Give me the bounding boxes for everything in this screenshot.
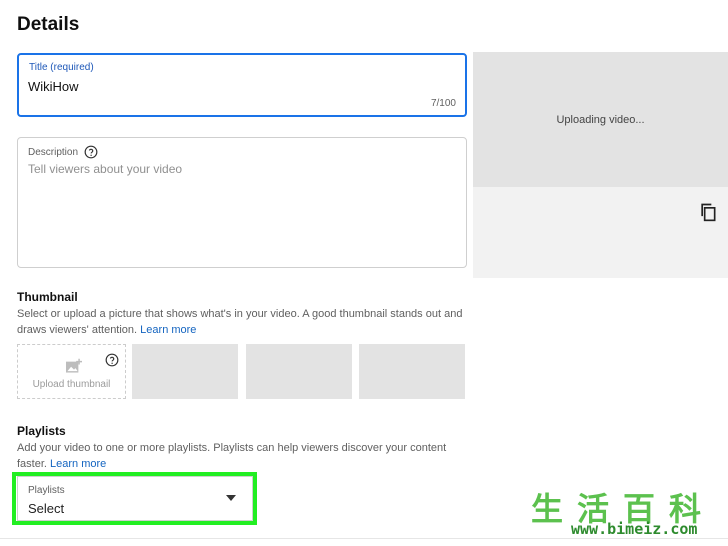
title-char-counter: 7/100 [430, 98, 456, 109]
playlist-select-label: Playlists [28, 485, 65, 496]
add-image-icon [66, 358, 82, 373]
thumbnail-option-1[interactable] [132, 344, 238, 399]
thumbnail-learn-more-link[interactable]: Learn more [140, 324, 196, 336]
description-label-row: Description [28, 145, 98, 159]
thumbnail-description: Select or upload a picture that shows wh… [17, 306, 472, 338]
thumbnail-help-icon[interactable] [105, 353, 119, 367]
playlists-description: Add your video to one or more playlists.… [17, 440, 457, 472]
watermark-url: www.bimeiz.com [571, 520, 698, 538]
title-field-value[interactable]: WikiHow [28, 79, 79, 94]
upload-status: Uploading video... [556, 114, 645, 126]
thumbnail-section-title: Thumbnail [17, 290, 78, 304]
playlists-learn-more-link[interactable]: Learn more [50, 458, 106, 470]
playlist-select-value: Select [28, 501, 65, 516]
playlist-select[interactable]: Playlists Select [17, 476, 253, 521]
dropdown-arrow-icon [226, 495, 236, 501]
title-field[interactable]: Title (required) WikiHow 7/100 [17, 53, 467, 117]
description-placeholder: Tell viewers about your video [28, 162, 183, 176]
playlists-section-title: Playlists [17, 424, 66, 438]
thumbnail-option-3[interactable] [359, 344, 465, 399]
thumbnail-option-2[interactable] [246, 344, 352, 399]
copy-icon[interactable] [698, 202, 718, 222]
watermark: 生活百科 www.bimeiz.com [527, 484, 728, 546]
video-preview-area: Uploading video... [473, 52, 728, 187]
page-title: Details [17, 14, 80, 35]
video-preview: Uploading video... [473, 52, 728, 278]
upload-thumbnail-button[interactable]: Upload thumbnail [17, 344, 126, 399]
thumbnail-description-text: Select or upload a picture that shows wh… [17, 308, 463, 336]
description-label: Description [28, 146, 79, 158]
question-circle-icon[interactable] [84, 145, 98, 159]
upload-thumbnail-label: Upload thumbnail [32, 379, 111, 390]
title-field-label: Title (required) [29, 62, 94, 73]
description-field[interactable]: Description Tell viewers about your vide… [17, 137, 467, 268]
